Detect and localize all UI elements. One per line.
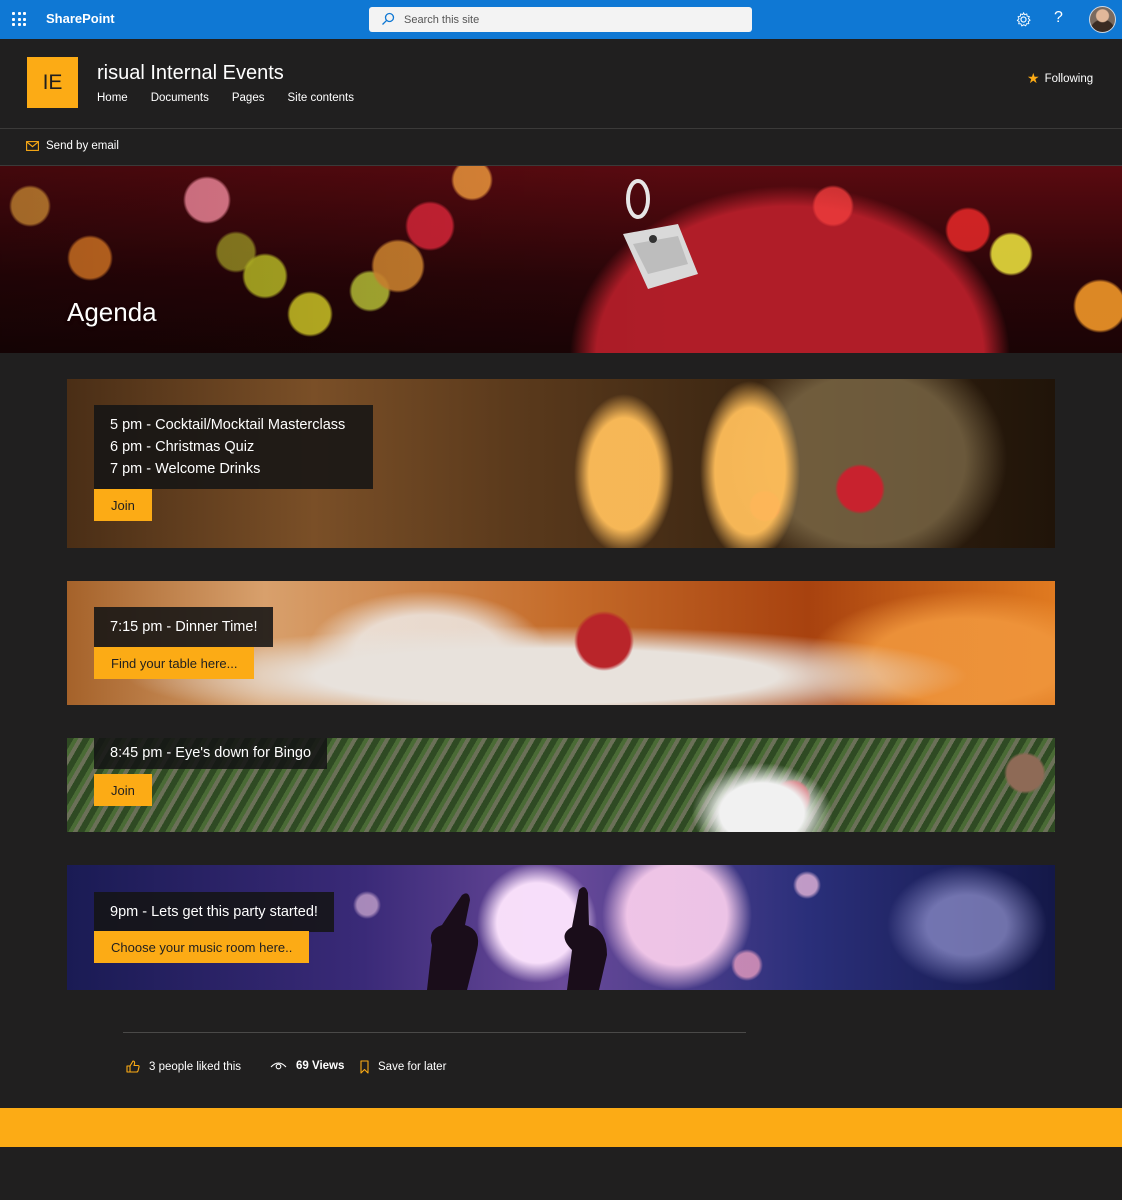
raised-hands-image xyxy=(427,887,607,990)
join-button[interactable]: Join xyxy=(94,774,152,806)
nav-site-contents[interactable]: Site contents xyxy=(287,92,353,104)
agenda-line: 8:45 pm - Eye's down for Bingo xyxy=(110,745,312,761)
agenda-banner-party: 9pm - Lets get this party started! Choos… xyxy=(67,865,1055,990)
site-navigation: Home Documents Pages Site contents xyxy=(97,92,377,104)
app-launcher-icon[interactable] xyxy=(12,12,26,26)
save-for-later-label: Save for later xyxy=(378,1061,447,1073)
user-avatar[interactable] xyxy=(1089,6,1116,33)
send-by-email-button[interactable]: Send by email xyxy=(26,140,119,152)
eye-icon xyxy=(270,1062,287,1070)
views-counter: 69 Views xyxy=(270,1060,344,1072)
following-label: Following xyxy=(1044,72,1094,85)
page-title: Agenda xyxy=(67,297,157,327)
site-header: IE risual Internal Events Home Documents… xyxy=(0,39,1122,129)
agenda-banner-dinner: 7:15 pm - Dinner Time! Find your table h… xyxy=(67,581,1055,705)
following-button[interactable]: ★ Following xyxy=(1027,70,1093,87)
nav-pages[interactable]: Pages xyxy=(232,92,265,104)
sharepoint-brand-link[interactable]: SharePoint xyxy=(46,11,115,26)
hero-banner: Agenda xyxy=(0,166,1122,353)
agenda-banner-bingo: 8:45 pm - Eye's down for Bingo Join xyxy=(67,738,1055,832)
hero-shade xyxy=(0,166,1122,353)
nav-home[interactable]: Home xyxy=(97,92,128,104)
command-bar: Send by email xyxy=(0,129,1122,166)
mail-icon xyxy=(26,141,39,151)
agenda-line: 7:15 pm - Dinner Time! xyxy=(110,619,258,635)
help-icon[interactable]: ? xyxy=(1054,9,1070,29)
nav-documents[interactable]: Documents xyxy=(151,92,209,104)
agenda-text-box: 9pm - Lets get this party started! xyxy=(94,892,334,932)
thumbs-up-icon xyxy=(126,1060,140,1073)
save-for-later-button[interactable]: Save for later xyxy=(360,1060,446,1074)
search-input[interactable] xyxy=(404,10,734,29)
suite-bar: SharePoint ? xyxy=(0,0,1122,39)
site-logo[interactable]: IE xyxy=(27,57,78,108)
send-by-email-label: Send by email xyxy=(46,140,119,152)
agenda-line: 9pm - Lets get this party started! xyxy=(110,904,318,920)
agenda-banner-drinks: 5 pm - Cocktail/Mocktail Masterclass 6 p… xyxy=(67,379,1055,548)
find-your-table-button[interactable]: Find your table here... xyxy=(94,647,255,679)
likes-label: 3 people liked this xyxy=(149,1060,242,1073)
agenda-text-box: 5 pm - Cocktail/Mocktail Masterclass 6 p… xyxy=(94,405,373,489)
divider xyxy=(123,1032,746,1033)
like-button[interactable]: 3 people liked this xyxy=(126,1060,241,1073)
footer-band xyxy=(0,1108,1122,1147)
ornament-cap-image xyxy=(623,179,698,289)
agenda-text-box: 7:15 pm - Dinner Time! xyxy=(94,607,274,647)
join-button[interactable]: Join xyxy=(94,489,152,521)
search-box[interactable] xyxy=(369,7,752,32)
agenda-text-box: 8:45 pm - Eye's down for Bingo xyxy=(94,738,328,769)
agenda-line: 5 pm - Cocktail/Mocktail Masterclass xyxy=(110,417,346,433)
star-icon: ★ xyxy=(1027,70,1040,86)
agenda-line: 6 pm - Christmas Quiz xyxy=(110,439,255,455)
bookmark-icon xyxy=(360,1060,369,1074)
search-icon xyxy=(382,12,395,25)
views-label: 69 Views xyxy=(296,1060,345,1072)
gear-icon[interactable] xyxy=(1015,11,1032,28)
site-title[interactable]: risual Internal Events xyxy=(97,62,284,85)
choose-music-room-button[interactable]: Choose your music room here.. xyxy=(94,931,310,963)
agenda-line: 7 pm - Welcome Drinks xyxy=(110,461,261,477)
